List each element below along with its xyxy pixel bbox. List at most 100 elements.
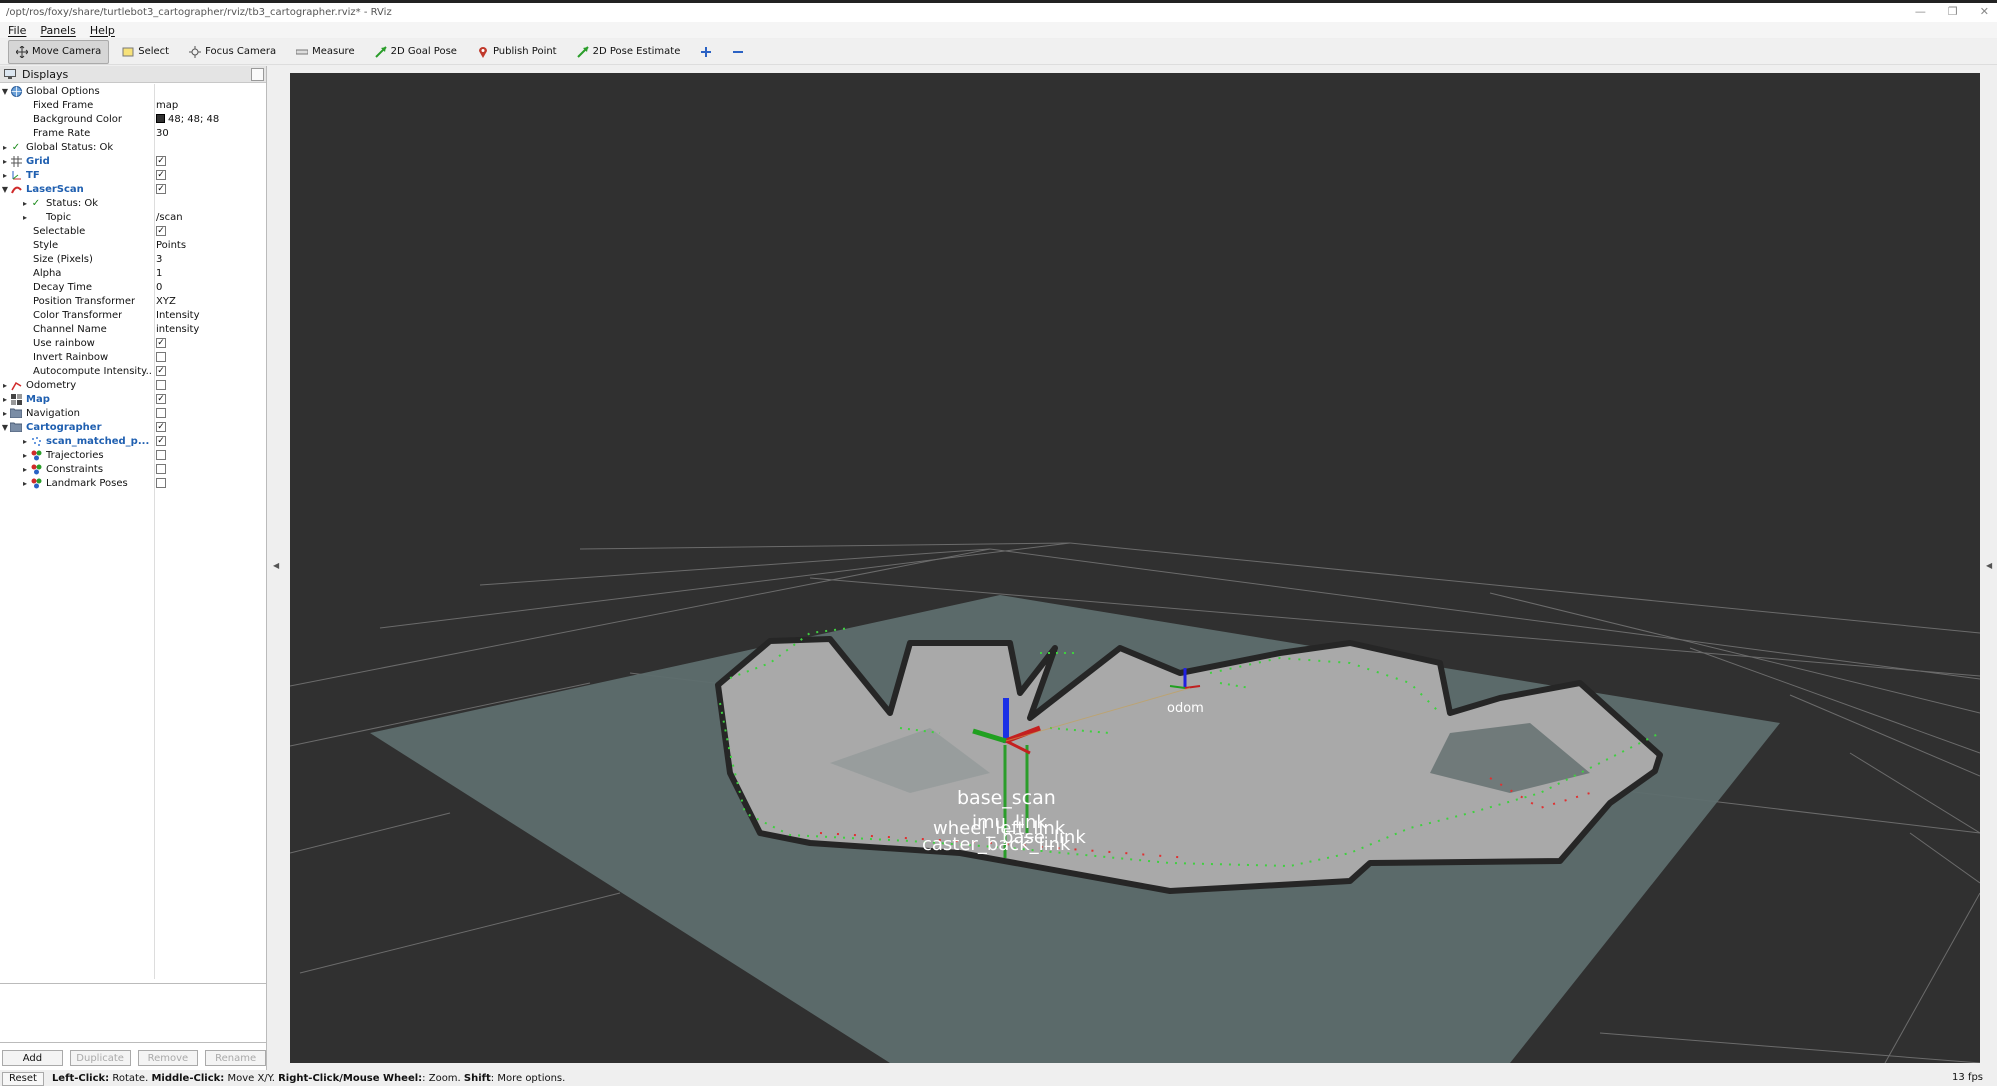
background-color-value[interactable]: 48; 48; 48 bbox=[156, 113, 219, 125]
collapsed-arrow-icon[interactable]: ▸ bbox=[20, 199, 30, 208]
goal-pose-button[interactable]: 2D Goal Pose bbox=[368, 40, 464, 64]
close-icon[interactable]: ✕ bbox=[1980, 5, 1989, 18]
tree-row-position-transformer[interactable]: Position Transformer XYZ bbox=[0, 294, 266, 308]
tree-row-global-status[interactable]: ▸ ✓ Global Status: Ok bbox=[0, 140, 266, 154]
tree-row-navigation[interactable]: ▸ Navigation bbox=[0, 406, 266, 420]
tree-row-status-ok[interactable]: ▸ ✓ Status: Ok bbox=[0, 196, 266, 210]
autocompute-checkbox[interactable]: ✓ bbox=[156, 366, 166, 376]
add-button[interactable]: Add bbox=[2, 1050, 63, 1066]
invert-rainbow-checkbox[interactable] bbox=[156, 352, 166, 362]
collapsed-arrow-icon[interactable]: ▸ bbox=[0, 395, 10, 404]
expanded-arrow-icon[interactable]: ▼ bbox=[0, 185, 10, 194]
measure-button[interactable]: Measure bbox=[289, 40, 362, 64]
hint-right-click-desc: : Zoom. bbox=[422, 1073, 464, 1084]
tf-checkbox[interactable]: ✓ bbox=[156, 170, 166, 180]
tree-row-map[interactable]: ▸ Map ✓ bbox=[0, 392, 266, 406]
panel-float-button[interactable] bbox=[251, 68, 264, 81]
left-splitter[interactable]: ◀ bbox=[268, 66, 290, 1070]
tree-row-global-options[interactable]: ▼ Global Options bbox=[0, 84, 266, 98]
tree-row-style[interactable]: Style Points bbox=[0, 238, 266, 252]
pose-estimate-button[interactable]: 2D Pose Estimate bbox=[570, 40, 688, 64]
display-tree: ▼ Global Options Fixed Frame map Backgro… bbox=[0, 84, 266, 1046]
hint-middle-click-desc: Move X/Y. bbox=[224, 1073, 279, 1084]
tree-row-invert-rainbow[interactable]: Invert Rainbow bbox=[0, 350, 266, 364]
tree-row-selectable[interactable]: Selectable ✓ bbox=[0, 224, 266, 238]
cartographer-checkbox[interactable]: ✓ bbox=[156, 422, 166, 432]
menu-file[interactable]: File bbox=[8, 24, 26, 37]
constraints-checkbox[interactable] bbox=[156, 464, 166, 474]
scan-matched-checkbox[interactable]: ✓ bbox=[156, 436, 166, 446]
globe-icon bbox=[10, 85, 22, 97]
window-title: /opt/ros/foxy/share/turtlebot3_cartograp… bbox=[6, 7, 392, 18]
collapsed-arrow-icon[interactable]: ▸ bbox=[0, 143, 10, 152]
restore-icon[interactable]: ❐ bbox=[1948, 5, 1958, 18]
collapsed-arrow-icon[interactable]: ▸ bbox=[0, 381, 10, 390]
tree-row-use-rainbow[interactable]: Use rainbow ✓ bbox=[0, 336, 266, 350]
tree-row-color-transformer[interactable]: Color Transformer Intensity bbox=[0, 308, 266, 322]
tree-row-decay-time[interactable]: Decay Time 0 bbox=[0, 280, 266, 294]
duplicate-button[interactable]: Duplicate bbox=[69, 1050, 131, 1066]
select-button[interactable]: Select bbox=[115, 40, 176, 64]
minimize-icon[interactable]: — bbox=[1915, 5, 1926, 18]
tree-row-fixed-frame[interactable]: Fixed Frame map bbox=[0, 98, 266, 112]
window-titlebar: /opt/ros/foxy/share/turtlebot3_cartograp… bbox=[0, 0, 1997, 22]
tree-row-laserscan[interactable]: ▼ LaserScan ✓ bbox=[0, 182, 266, 196]
tree-row-tf[interactable]: ▸ TF ✓ bbox=[0, 168, 266, 182]
tree-row-channel-name[interactable]: Channel Name intensity bbox=[0, 322, 266, 336]
expanded-arrow-icon[interactable]: ▼ bbox=[0, 87, 10, 96]
collapsed-arrow-icon[interactable]: ▸ bbox=[20, 213, 30, 222]
tree-row-odometry[interactable]: ▸ Odometry bbox=[0, 378, 266, 392]
tree-row-grid[interactable]: ▸ Grid ✓ bbox=[0, 154, 266, 168]
tree-row-landmark-poses[interactable]: ▸ Landmark Poses bbox=[0, 476, 266, 490]
scene-3d[interactable]: odom base_scan imu_link wheel_left_link … bbox=[290, 73, 1980, 1063]
tree-row-trajectories[interactable]: ▸ Trajectories bbox=[0, 448, 266, 462]
collapsed-arrow-icon[interactable]: ▸ bbox=[20, 465, 30, 474]
tree-row-constraints[interactable]: ▸ Constraints bbox=[0, 462, 266, 476]
tree-row-frame-rate[interactable]: Frame Rate 30 bbox=[0, 126, 266, 140]
right-splitter[interactable]: ◀ bbox=[1982, 66, 1997, 1070]
tree-row-background-color[interactable]: Background Color 48; 48; 48 bbox=[0, 112, 266, 126]
remove-tool-button[interactable] bbox=[725, 40, 751, 64]
map-checkbox[interactable]: ✓ bbox=[156, 394, 166, 404]
add-tool-button[interactable] bbox=[693, 40, 719, 64]
displays-title: Displays bbox=[22, 67, 69, 81]
hint-right-click: Right-Click/Mouse Wheel: bbox=[278, 1073, 423, 1084]
collapsed-arrow-icon[interactable]: ▸ bbox=[0, 157, 10, 166]
hint-left-click: Left-Click: bbox=[51, 1073, 110, 1084]
move-camera-button[interactable]: Move Camera bbox=[8, 39, 110, 64]
odometry-checkbox[interactable] bbox=[156, 380, 166, 390]
use-rainbow-checkbox[interactable]: ✓ bbox=[156, 338, 166, 348]
tree-row-autocompute[interactable]: Autocompute Intensity... ✓ bbox=[0, 364, 266, 378]
base-scan-label: base_scan bbox=[957, 787, 1056, 809]
trajectories-checkbox[interactable] bbox=[156, 450, 166, 460]
menu-help[interactable]: Help bbox=[90, 24, 115, 37]
tree-row-scan-matched[interactable]: ▸ scan_matched_p... ✓ bbox=[0, 434, 266, 448]
collapse-right-arrow-icon[interactable]: ◀ bbox=[1986, 561, 1992, 570]
remove-button[interactable]: Remove bbox=[137, 1050, 199, 1066]
tree-row-cartographer[interactable]: ▼ Cartographer ✓ bbox=[0, 420, 266, 434]
landmark-poses-checkbox[interactable] bbox=[156, 478, 166, 488]
expanded-arrow-icon[interactable]: ▼ bbox=[0, 423, 10, 432]
collapsed-arrow-icon[interactable]: ▸ bbox=[0, 409, 10, 418]
rename-button[interactable]: Rename bbox=[205, 1050, 266, 1066]
menu-panels[interactable]: Panels bbox=[40, 24, 75, 37]
ruler-icon bbox=[296, 49, 309, 54]
collapsed-arrow-icon[interactable]: ▸ bbox=[20, 479, 30, 488]
tree-row-topic[interactable]: ▸ Topic /scan bbox=[0, 210, 266, 224]
laserscan-checkbox[interactable]: ✓ bbox=[156, 184, 166, 194]
publish-point-button[interactable]: Publish Point bbox=[470, 40, 564, 64]
grid-checkbox[interactable]: ✓ bbox=[156, 156, 166, 166]
map-icon bbox=[10, 393, 22, 405]
navigation-checkbox[interactable] bbox=[156, 408, 166, 418]
collapsed-arrow-icon[interactable]: ▸ bbox=[20, 451, 30, 460]
tree-row-alpha[interactable]: Alpha 1 bbox=[0, 266, 266, 280]
tree-row-size[interactable]: Size (Pixels) 3 bbox=[0, 252, 266, 266]
render-viewport[interactable]: odom base_scan imu_link wheel_left_link … bbox=[290, 73, 1980, 1063]
tf-axes-icon bbox=[10, 169, 22, 181]
focus-camera-button[interactable]: Focus Camera bbox=[182, 40, 283, 64]
collapsed-arrow-icon[interactable]: ▸ bbox=[20, 437, 30, 446]
collapsed-arrow-icon[interactable]: ▸ bbox=[0, 171, 10, 180]
reset-button[interactable]: Reset bbox=[2, 1071, 44, 1086]
selectable-checkbox[interactable]: ✓ bbox=[156, 226, 166, 236]
collapse-left-arrow-icon[interactable]: ◀ bbox=[273, 561, 279, 570]
